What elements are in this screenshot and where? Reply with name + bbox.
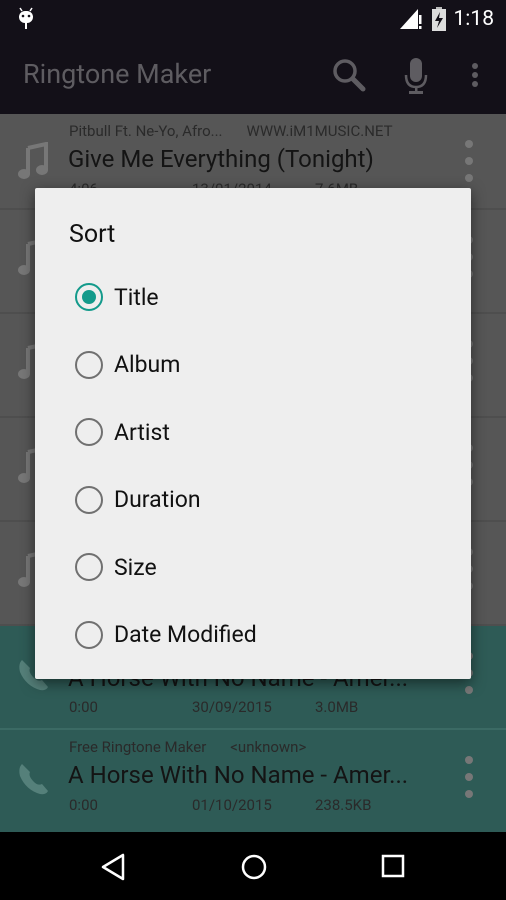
song-title: Give Me Everything (Tonight) (68, 145, 374, 173)
mic-icon[interactable] (404, 58, 428, 94)
song-title: A Horse With No Name - Amer... (68, 761, 409, 789)
date: 01/10/2015 (192, 796, 272, 814)
list-item[interactable]: Free Ringtone Maker <unknown> A Horse With… (0, 730, 506, 834)
artist: Pitbull Ft. Ne-Yo, Afro... (69, 122, 223, 140)
recents-icon[interactable] (381, 854, 405, 878)
duration: 0:00 (69, 698, 98, 716)
more-vert-icon[interactable] (464, 754, 474, 804)
size: 3.0MB (315, 698, 359, 716)
option-label: Duration (114, 486, 201, 513)
radio-button[interactable] (75, 283, 103, 311)
radio-button[interactable] (75, 485, 103, 514)
radio-button[interactable] (75, 553, 103, 581)
duration: 0:00 (69, 796, 98, 814)
status-time: 1:18 (453, 7, 495, 31)
dialog-title: Sort (69, 220, 116, 249)
artist: Free Ringtone Maker (69, 738, 207, 756)
album: <unknown> (230, 738, 307, 756)
date: 30/09/2015 (192, 698, 272, 716)
music-note-icon (16, 141, 52, 182)
radio-button[interactable] (75, 620, 103, 649)
album: WWW.iM1MUSIC.NET (246, 122, 393, 140)
option-label: Artist (114, 418, 170, 446)
radio-button[interactable] (75, 418, 103, 446)
sort-dialog: Sort Title Album Artist Duration Size Date Mo… (35, 188, 471, 679)
sort-option-date-modified[interactable]: Date Modified (75, 615, 455, 655)
status-bar: 1:18 (0, 0, 506, 40)
sort-option-duration[interactable]: Duration (75, 480, 455, 520)
app-toolbar: Ringtone Maker (0, 40, 506, 114)
option-label: Album (114, 351, 181, 378)
ringtone-icon (16, 758, 52, 798)
android-debug-icon (19, 7, 33, 29)
app-title: Ringtone Maker (23, 58, 212, 90)
sort-option-title[interactable]: Title (75, 277, 455, 317)
back-icon[interactable] (100, 853, 126, 881)
size: 238.5KB (315, 796, 372, 814)
radio-button[interactable] (75, 350, 103, 379)
sort-option-size[interactable]: Size (75, 547, 455, 587)
sort-option-artist[interactable]: Artist (75, 412, 455, 452)
signal-icon (400, 9, 422, 29)
search-icon[interactable] (332, 58, 366, 92)
option-label: Title (114, 283, 159, 311)
navigation-bar (0, 832, 506, 900)
battery-charging-icon (432, 7, 446, 31)
more-vert-icon[interactable] (464, 138, 474, 188)
option-label: Size (114, 553, 157, 581)
sort-option-album[interactable]: Album (75, 345, 455, 385)
option-label: Date Modified (114, 621, 257, 648)
home-icon[interactable] (240, 853, 268, 881)
more-vert-icon[interactable] (470, 62, 480, 92)
